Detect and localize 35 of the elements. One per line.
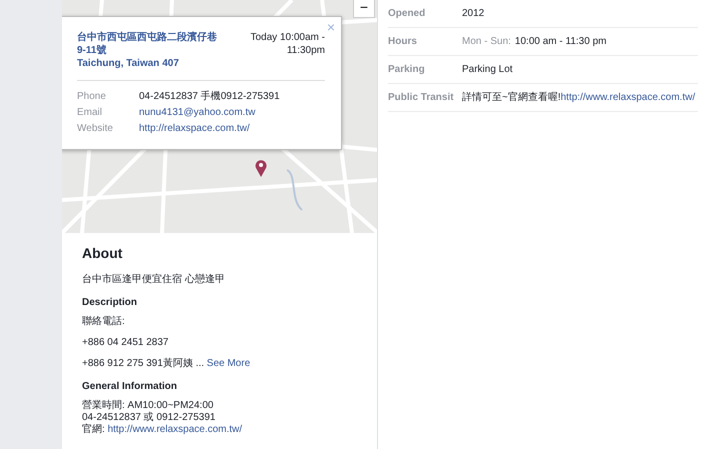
zoom-out-button[interactable]: − <box>353 0 375 18</box>
field-value: 04-24512837 手機0912-275391 <box>139 90 280 104</box>
detail-label: Parking <box>388 63 426 77</box>
see-more-link[interactable]: See More <box>206 358 250 370</box>
detail-label: Opened <box>388 7 426 21</box>
field-label: Email <box>77 106 104 120</box>
tagline-text: 台中市區逢甲便宜住宿 心戀逢甲 <box>82 274 226 286</box>
description-text: +886 04 2451 2837 <box>82 337 170 349</box>
detail-value: 2012 <box>462 7 484 21</box>
section-heading: General Information <box>82 380 178 394</box>
detail-value: 10:00 am - 11:30 pm <box>514 35 606 49</box>
website-link[interactable]: http://www.relaxspace.com.tw/ <box>560 90 696 105</box>
website-link[interactable]: http://www.relaxspace.com.tw/ <box>108 424 242 436</box>
field-link[interactable]: http://relaxspace.com.tw/ <box>139 121 250 137</box>
info-text: 04-24512837 或 0912-275391 <box>82 412 216 424</box>
map-pin-icon[interactable] <box>255 159 267 177</box>
detail-label: Hours <box>388 35 418 49</box>
description-text: +886 912 275 391黃阿姨 ... <box>82 358 204 370</box>
field-link[interactable]: nunu4131@yahoo.com.tw <box>139 105 256 121</box>
address-link[interactable]: Taichung, Taiwan 407 <box>77 57 217 70</box>
field-label: Phone <box>77 90 107 104</box>
days-text: Mon - Sun: <box>462 35 511 49</box>
detail-value: 詳情可至~官網查看喔! <box>462 90 561 105</box>
address-link[interactable]: 9-11號 <box>77 44 217 57</box>
section-heading: Description <box>82 296 138 310</box>
field-label: Website <box>77 122 114 136</box>
section-title: About <box>82 244 124 263</box>
info-text: 營業時間: AM10:00~PM24:00 <box>82 400 214 412</box>
detail-label: Public Transit <box>388 91 452 105</box>
description-text: 聯絡電話: <box>82 316 126 328</box>
info-label: 官網: <box>82 424 106 436</box>
detail-value: Parking Lot <box>462 63 513 77</box>
hours-text: Today 10:00am - <box>250 31 325 44</box>
address-link[interactable]: 台中市西屯區西屯路二段濱仔巷 <box>77 31 217 44</box>
hours-text: 11:30pm <box>286 44 325 57</box>
